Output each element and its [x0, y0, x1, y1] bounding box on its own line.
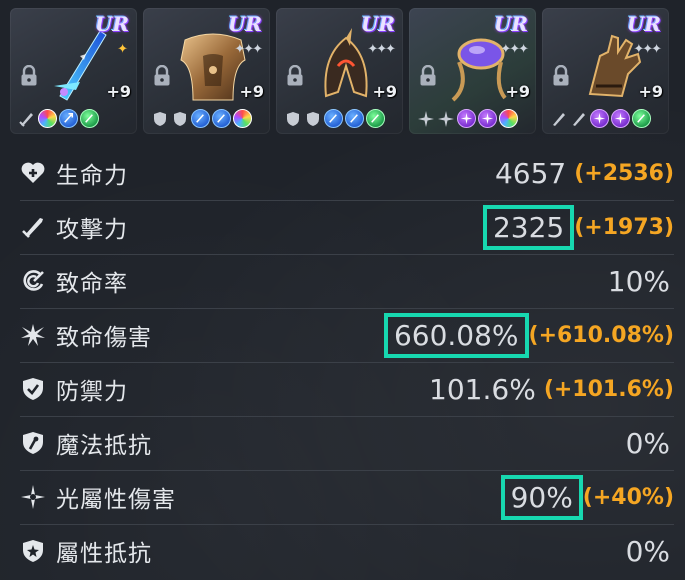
stat-bonus: (+2536) — [574, 160, 674, 186]
stat-value-highlighted: 660.08% — [383, 312, 529, 358]
stat-label: 魔法抵抗 — [56, 433, 152, 459]
stat-bonus: (+1973) — [574, 214, 674, 240]
shield-socket-icon — [151, 110, 169, 128]
stat-row-hp: 生命力 4657 (+2536) — [14, 146, 674, 200]
enhance-level: +9 — [505, 82, 530, 101]
stat-bonus: (+610.08%) — [528, 322, 674, 348]
magic-shield-icon — [23, 432, 43, 454]
blue-gem-icon — [59, 109, 78, 128]
shield-socket-icon — [284, 110, 302, 128]
shield-socket-icon — [171, 110, 189, 128]
stat-label: 致命傷害 — [56, 325, 152, 351]
stat-row-attack: 攻擊力 2325 (+1973) — [14, 200, 674, 254]
rarity-badge: UR — [493, 12, 528, 36]
sword-socket-icon — [550, 110, 568, 128]
rainbow-gem-icon — [38, 109, 57, 128]
purple-gem-icon — [590, 109, 609, 128]
lock-icon[interactable] — [153, 65, 171, 87]
equipment-row: UR ✦ +9 UR ✦✦✦ +9 UR ✦✦✦ +9 UR ✦✦✦ +9 UR… — [10, 8, 669, 134]
light-star-icon — [21, 485, 45, 509]
sword-socket-icon — [570, 110, 588, 128]
socket-row — [151, 109, 252, 128]
rarity-badge: UR — [94, 12, 129, 36]
green-gem-icon — [80, 109, 99, 128]
green-gem-icon — [366, 109, 385, 128]
sword-icon — [22, 218, 43, 238]
enhance-level: +9 — [372, 82, 397, 101]
blue-gem-icon — [345, 109, 364, 128]
stat-row-element-resist: 屬性抵抗 0% — [14, 524, 674, 578]
equipment-card-gauntlet[interactable]: UR ✦✦✦ +9 — [542, 8, 669, 134]
enhance-level: +9 — [106, 82, 131, 101]
star-rating: ✦✦✦ — [234, 42, 263, 57]
stat-row-crit-damage: 致命傷害 660.08% (+610.08%) — [14, 308, 674, 362]
socket-row — [550, 109, 651, 128]
green-gem-icon — [632, 109, 651, 128]
star-rating: ✦✦✦ — [633, 42, 662, 57]
shield-socket-icon — [304, 110, 322, 128]
stat-label: 屬性抵抗 — [56, 541, 152, 567]
socket-row — [18, 109, 99, 128]
stat-row-defense: 防禦力 101.6% (+101.6%) — [14, 362, 674, 416]
star-rating: ✦ — [117, 42, 128, 57]
stat-row-magic-resist: 魔法抵抗 0% — [14, 416, 674, 470]
star-rating: ✦✦✦ — [367, 42, 396, 57]
socket-row — [417, 109, 518, 128]
stat-label: 致命率 — [56, 271, 128, 297]
stats-list: 生命力 4657 (+2536) 攻擊力 2325 (+1973) 致命率 10… — [14, 146, 674, 578]
sword-socket-icon — [18, 110, 36, 128]
enhance-level: +9 — [638, 82, 663, 101]
burst-socket-icon — [437, 110, 455, 128]
socket-row — [284, 109, 385, 128]
burst-socket-icon — [417, 110, 435, 128]
stat-label: 光屬性傷害 — [56, 487, 176, 513]
rainbow-gem-icon — [499, 109, 518, 128]
rarity-badge: UR — [626, 12, 661, 36]
equipment-card-amulet[interactable]: UR ✦✦✦ +9 — [409, 8, 536, 134]
stat-value: 101.6% — [429, 372, 536, 406]
stat-value: 4657 — [494, 156, 567, 190]
stat-label: 防禦力 — [56, 379, 128, 405]
purple-gem-icon — [478, 109, 497, 128]
lock-icon[interactable] — [286, 65, 304, 87]
equipment-card-sword[interactable]: UR ✦ +9 — [10, 8, 137, 134]
equipment-card-helmet[interactable]: UR ✦✦✦ +9 — [276, 8, 403, 134]
blue-gem-icon — [324, 109, 343, 128]
rarity-badge: UR — [227, 12, 262, 36]
purple-gem-icon — [457, 109, 476, 128]
stat-bonus: (+101.6%) — [543, 376, 674, 402]
stat-value-highlighted: 2325 — [482, 204, 575, 250]
stat-value: 0% — [625, 534, 670, 568]
lock-icon[interactable] — [20, 65, 38, 87]
stat-label: 攻擊力 — [56, 217, 128, 243]
blue-gem-icon — [212, 109, 231, 128]
purple-gem-icon — [611, 109, 630, 128]
element-shield-icon — [23, 540, 43, 562]
lock-icon[interactable] — [552, 65, 570, 87]
crit-swirl-icon — [23, 270, 44, 291]
lock-icon[interactable] — [419, 65, 437, 87]
blue-gem-icon — [191, 109, 210, 128]
stat-value: 10% — [607, 264, 670, 298]
heart-plus-icon — [21, 162, 45, 183]
burst-icon — [21, 324, 45, 346]
rainbow-gem-icon — [233, 109, 252, 128]
stat-value: 0% — [625, 426, 670, 460]
shield-check-icon — [23, 378, 43, 400]
enhance-level: +9 — [239, 82, 264, 101]
stat-row-crit-rate: 致命率 10% — [14, 254, 674, 308]
stat-row-light-damage: 光屬性傷害 90% (+40%) — [14, 470, 674, 524]
star-rating: ✦✦✦ — [500, 42, 529, 57]
equipment-card-armor[interactable]: UR ✦✦✦ +9 — [143, 8, 270, 134]
rarity-badge: UR — [360, 12, 395, 36]
stat-bonus: (+40%) — [582, 484, 674, 510]
stat-value-highlighted: 90% — [500, 474, 583, 520]
stat-label: 生命力 — [56, 163, 128, 189]
